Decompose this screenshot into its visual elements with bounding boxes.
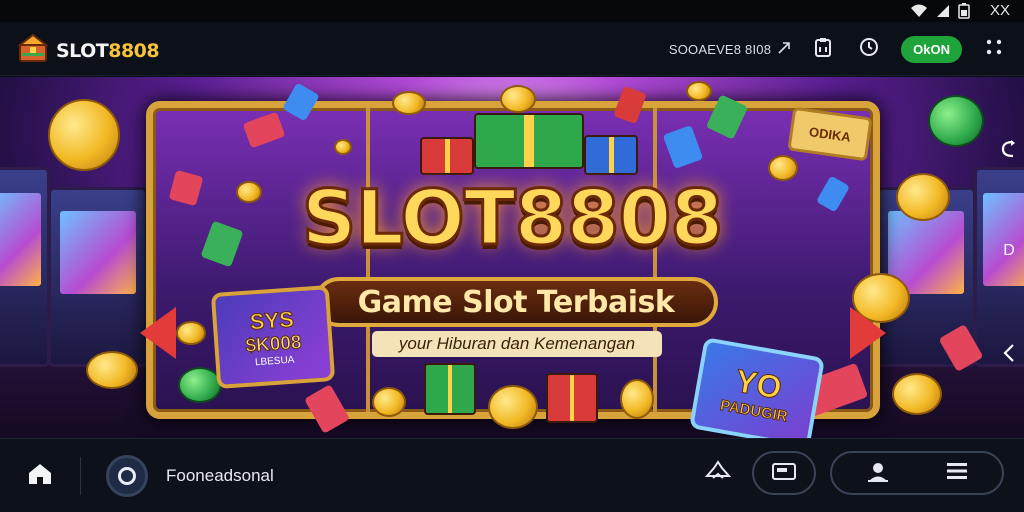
grid-dots-icon: [986, 39, 1002, 60]
account-menu-pill[interactable]: [830, 451, 1004, 495]
wallet-icon: [771, 461, 797, 486]
promo-text: SOOAEVE8 8I08: [668, 41, 772, 57]
carousel-next-arrow-icon[interactable]: [850, 307, 886, 359]
subtitle-plate: Game Slot Terbaisk: [314, 277, 718, 327]
brand-name: SLOT8808: [56, 39, 160, 62]
gift-box: [584, 135, 638, 175]
clipboard-icon: [814, 37, 832, 62]
gift-box: [424, 363, 476, 415]
avatar: [106, 455, 148, 497]
carousel-prev-arrow-icon[interactable]: [140, 307, 176, 359]
clock-icon: [859, 37, 879, 62]
promo-card-left-line3: LBESUA: [254, 354, 295, 368]
more-button[interactable]: [980, 35, 1008, 63]
profile-label: Fooneadsonal: [166, 466, 274, 485]
home-icon: [27, 462, 53, 491]
clipboard-button[interactable]: [809, 35, 837, 63]
bottom-nav-actions: [698, 451, 1004, 495]
status-icons: XX: [910, 2, 1010, 19]
promo-card-left: SYS $K008 LBESUA: [210, 285, 336, 389]
gold-coin: [334, 139, 352, 155]
menu-icon[interactable]: [946, 461, 968, 486]
gift-box: [546, 373, 598, 423]
online-toggle-button[interactable]: OkON: [901, 35, 962, 63]
tagline-plate: your Hiburan dan Kemenangan: [372, 331, 662, 357]
gold-coin: [488, 385, 538, 429]
brand-prefix: SLOT: [56, 39, 109, 62]
treasure-chest-icon: [16, 31, 50, 70]
nav-divider: [80, 457, 81, 495]
banner-tagline: your Hiburan dan Kemenangan: [398, 334, 636, 353]
gold-coin: [48, 99, 120, 171]
gold-coin: [392, 91, 426, 115]
hanger-icon: [704, 459, 732, 487]
bottom-navigation: Fooneadsonal: [0, 438, 1024, 512]
external-link-icon: [777, 41, 791, 58]
side-tab-d[interactable]: D: [1000, 240, 1018, 262]
gold-coin: [892, 373, 942, 415]
top-app-bar: SLOT8808 SOOAEVE8 8I08 OkON: [0, 22, 1024, 76]
banner-subtitle: Game Slot Terbaisk: [357, 284, 675, 320]
gold-coin: [86, 351, 138, 389]
signal-icon: [936, 4, 950, 18]
top-actions: SOOAEVE8 8I08 OkON: [669, 35, 1008, 63]
banner-title: SLOT8808: [300, 172, 724, 264]
gold-coin: [372, 387, 406, 417]
status-extra: XX: [989, 2, 1010, 19]
home-button[interactable]: [22, 461, 58, 491]
user-icon[interactable]: [866, 459, 890, 488]
hanger-button[interactable]: [698, 451, 738, 495]
back-arrow-icon[interactable]: [1000, 342, 1018, 364]
gold-coin: [176, 321, 206, 345]
gold-coin: [620, 379, 654, 419]
battery-icon: [958, 2, 970, 19]
hero-banner[interactable]: SLOT8808 Game Slot Terbaisk your Hiburan…: [0, 77, 1024, 438]
gift-box: [474, 113, 584, 169]
brand-logo[interactable]: SLOT8808: [16, 31, 160, 70]
promo-link[interactable]: SOOAEVE8 8I08: [669, 41, 791, 58]
wifi-icon: [910, 4, 928, 18]
brand-suffix: 8808: [108, 39, 160, 62]
promo-card-left-line1: SYS: [248, 306, 295, 335]
status-bar: XX: [0, 0, 1024, 22]
gold-coin: [928, 95, 984, 147]
gift-box: [420, 137, 474, 175]
side-tabs: D: [1000, 138, 1018, 364]
share-icon[interactable]: [1000, 138, 1018, 160]
gold-coin: [686, 81, 712, 101]
profile-entry[interactable]: Fooneadsonal: [106, 455, 274, 497]
wallet-button[interactable]: [752, 451, 816, 495]
gold-coin: [500, 85, 536, 113]
history-button[interactable]: [855, 35, 883, 63]
